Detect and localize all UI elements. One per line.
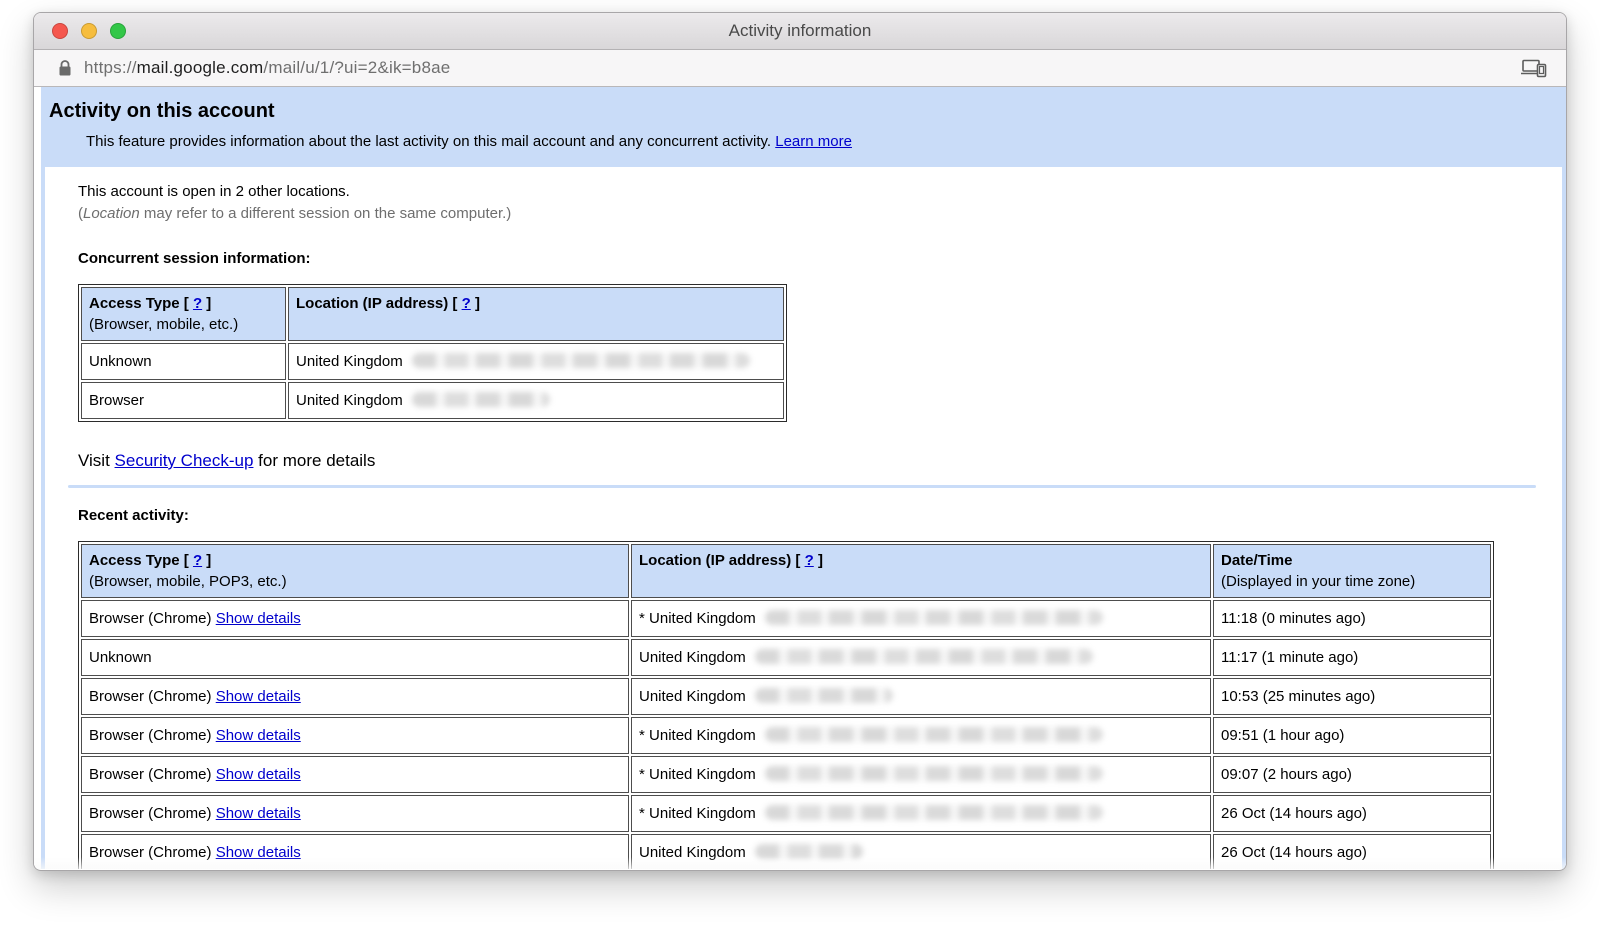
table-row: Browser (Chrome) Show details * United K… <box>81 717 1491 754</box>
access-type-cell: Unknown <box>81 639 629 676</box>
show-details-link[interactable]: Show details <box>216 844 301 861</box>
datetime-cell: 11:17 (1 minute ago) <box>1213 639 1491 676</box>
datetime-subtitle: (Displayed in your time zone) <box>1221 573 1415 590</box>
location-help-link[interactable]: ? <box>462 295 471 312</box>
location-cell: * United Kingdom <box>631 600 1211 637</box>
access-type-subtitle: (Browser, mobile, POP3, etc.) <box>89 573 287 590</box>
window-title: Activity information <box>34 21 1566 41</box>
close-button[interactable] <box>52 23 68 39</box>
location-cell: * United Kingdom <box>631 795 1211 832</box>
redacted-ip <box>755 649 1093 664</box>
page-body: This account is open in 2 other location… <box>41 167 1566 869</box>
location-cell: United Kingdom <box>288 382 784 419</box>
open-locations-line: This account is open in 2 other location… <box>78 183 350 200</box>
location-cell: United Kingdom <box>631 678 1211 715</box>
location-help-link[interactable]: ? <box>805 552 814 569</box>
redacted-ip <box>765 727 1103 742</box>
concurrent-sessions-table: Access Type [ ? ] (Browser, mobile, etc.… <box>78 284 787 422</box>
table-row: Browser (Chrome) Show details * United K… <box>81 600 1491 637</box>
page-title: Activity on this account <box>49 100 1566 123</box>
zoom-button[interactable] <box>110 23 126 39</box>
access-type-header: Access Type [ ? ] (Browser, mobile, etc.… <box>81 287 286 341</box>
lock-icon[interactable] <box>58 59 72 77</box>
current-session-asterisk: * <box>639 766 649 783</box>
description-text: This feature provides information about … <box>86 133 771 150</box>
show-details-link[interactable]: Show details <box>216 766 301 783</box>
access-type-cell: Browser <box>81 382 286 419</box>
security-checkup-link[interactable]: Security Check-up <box>115 451 254 470</box>
access-type-cell: Browser (Chrome) Show details <box>81 717 629 754</box>
datetime-cell: 10:53 (25 minutes ago) <box>1213 678 1491 715</box>
page-header-banner: Activity on this account This feature pr… <box>41 87 1566 167</box>
url-text: https://mail.google.com/mail/u/1/?ui=2&i… <box>84 58 450 78</box>
show-details-link[interactable]: Show details <box>216 727 301 744</box>
recent-activity-heading: Recent activity: <box>78 507 1562 524</box>
devices-icon[interactable] <box>1520 58 1548 78</box>
datetime-cell: 11:18 (0 minutes ago) <box>1213 600 1491 637</box>
show-details-link[interactable]: Show details <box>216 688 301 705</box>
redacted-ip <box>765 805 1103 820</box>
access-type-help-link[interactable]: ? <box>193 295 202 312</box>
location-cell: * United Kingdom <box>631 717 1211 754</box>
learn-more-link[interactable]: Learn more <box>775 133 852 150</box>
table-row: Browser United Kingdom <box>81 382 784 419</box>
access-type-cell: Browser (Chrome) Show details <box>81 756 629 793</box>
concurrent-sessions-heading: Concurrent session information: <box>78 250 1562 267</box>
access-type-cell: Unknown <box>81 343 286 380</box>
location-cell: United Kingdom <box>631 834 1211 869</box>
show-details-link[interactable]: Show details <box>216 805 301 822</box>
datetime-cell: 26 Oct (14 hours ago) <box>1213 795 1491 832</box>
current-session-asterisk: * <box>639 727 649 744</box>
page-content: Activity on this account This feature pr… <box>34 87 1566 869</box>
current-session-asterisk: * <box>639 610 649 627</box>
redacted-ip <box>412 392 550 407</box>
datetime-cell: 26 Oct (14 hours ago) <box>1213 834 1491 869</box>
location-header: Location (IP address) [ ? ] <box>631 544 1211 598</box>
location-word: Location <box>83 205 140 222</box>
address-bar[interactable]: https://mail.google.com/mail/u/1/?ui=2&i… <box>34 50 1566 87</box>
show-details-link[interactable]: Show details <box>216 610 301 627</box>
location-cell: * United Kingdom <box>631 756 1211 793</box>
security-checkup-line: Visit Security Check-up for more details <box>78 451 1562 471</box>
access-type-cell: Browser (Chrome) Show details <box>81 834 629 869</box>
table-row: Browser (Chrome) Show details United Kin… <box>81 834 1491 869</box>
table-row: Unknown United Kingdom <box>81 343 784 380</box>
open-locations-summary: This account is open in 2 other location… <box>78 181 1562 225</box>
redacted-ip <box>755 844 863 859</box>
activity-popup-window: Activity information https://mail.google… <box>33 12 1567 871</box>
page-description: This feature provides information about … <box>86 133 1566 150</box>
redacted-ip <box>765 766 1103 781</box>
access-type-help-link[interactable]: ? <box>193 552 202 569</box>
location-header: Location (IP address) [ ? ] <box>288 287 784 341</box>
table-row: Browser (Chrome) Show details * United K… <box>81 795 1491 832</box>
table-row: Browser (Chrome) Show details United Kin… <box>81 678 1491 715</box>
datetime-header: Date/Time (Displayed in your time zone) <box>1213 544 1491 598</box>
datetime-cell: 09:07 (2 hours ago) <box>1213 756 1491 793</box>
access-type-cell: Browser (Chrome) Show details <box>81 795 629 832</box>
datetime-cell: 09:51 (1 hour ago) <box>1213 717 1491 754</box>
table-row: Unknown United Kingdom 11:17 (1 minute a… <box>81 639 1491 676</box>
access-type-subtitle: (Browser, mobile, etc.) <box>89 316 238 333</box>
location-cell: United Kingdom <box>631 639 1211 676</box>
redacted-ip <box>755 688 893 703</box>
location-note: (Location may refer to a different sessi… <box>78 205 511 222</box>
section-divider <box>68 485 1536 488</box>
table-header-row: Access Type [ ? ] (Browser, mobile, POP3… <box>81 544 1491 598</box>
minimize-button[interactable] <box>81 23 97 39</box>
access-type-cell: Browser (Chrome) Show details <box>81 678 629 715</box>
access-type-cell: Browser (Chrome) Show details <box>81 600 629 637</box>
location-cell: United Kingdom <box>288 343 784 380</box>
url-scheme: https:// <box>84 58 137 77</box>
table-header-row: Access Type [ ? ] (Browser, mobile, etc.… <box>81 287 784 341</box>
recent-activity-table: Access Type [ ? ] (Browser, mobile, POP3… <box>78 541 1494 869</box>
url-path: /mail/u/1/?ui=2&ik=b8ae <box>263 58 450 77</box>
table-row: Browser (Chrome) Show details * United K… <box>81 756 1491 793</box>
traffic-lights <box>52 23 126 39</box>
redacted-ip <box>412 353 750 368</box>
window-titlebar: Activity information <box>34 13 1566 50</box>
current-session-asterisk: * <box>639 805 649 822</box>
access-type-header: Access Type [ ? ] (Browser, mobile, POP3… <box>81 544 629 598</box>
redacted-ip <box>765 610 1103 625</box>
url-host: mail.google.com <box>137 58 264 77</box>
